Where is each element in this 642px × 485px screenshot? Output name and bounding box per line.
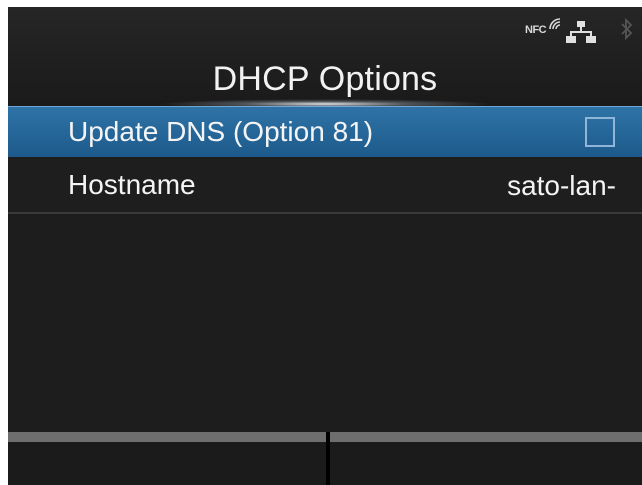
page-title: DHCP Options xyxy=(212,60,438,98)
softkey-left[interactable] xyxy=(8,442,326,485)
menu-item-update-dns[interactable]: Update DNS (Option 81) xyxy=(8,106,642,157)
row-divider xyxy=(8,212,642,214)
softkey-right[interactable] xyxy=(330,442,642,485)
hostname-value: sato-lan- xyxy=(507,170,616,201)
bluetooth-icon xyxy=(621,18,633,40)
header: NFC DHCP Options xyxy=(8,7,642,109)
menu-item-label: Update DNS (Option 81) xyxy=(68,116,374,147)
softkey-bar xyxy=(8,432,642,442)
update-dns-checkbox[interactable] xyxy=(585,117,615,147)
menu-item-label: Hostname xyxy=(68,169,196,200)
printer-screen: NFC DHCP Options Update DNS (Option 81) … xyxy=(8,7,642,485)
network-icon xyxy=(566,21,596,43)
nfc-label: NFC xyxy=(525,24,547,36)
nfc-waves-icon xyxy=(549,18,561,30)
softkey-divider xyxy=(326,432,330,485)
menu-item-hostname[interactable]: Hostname sato-lan- xyxy=(8,160,642,212)
